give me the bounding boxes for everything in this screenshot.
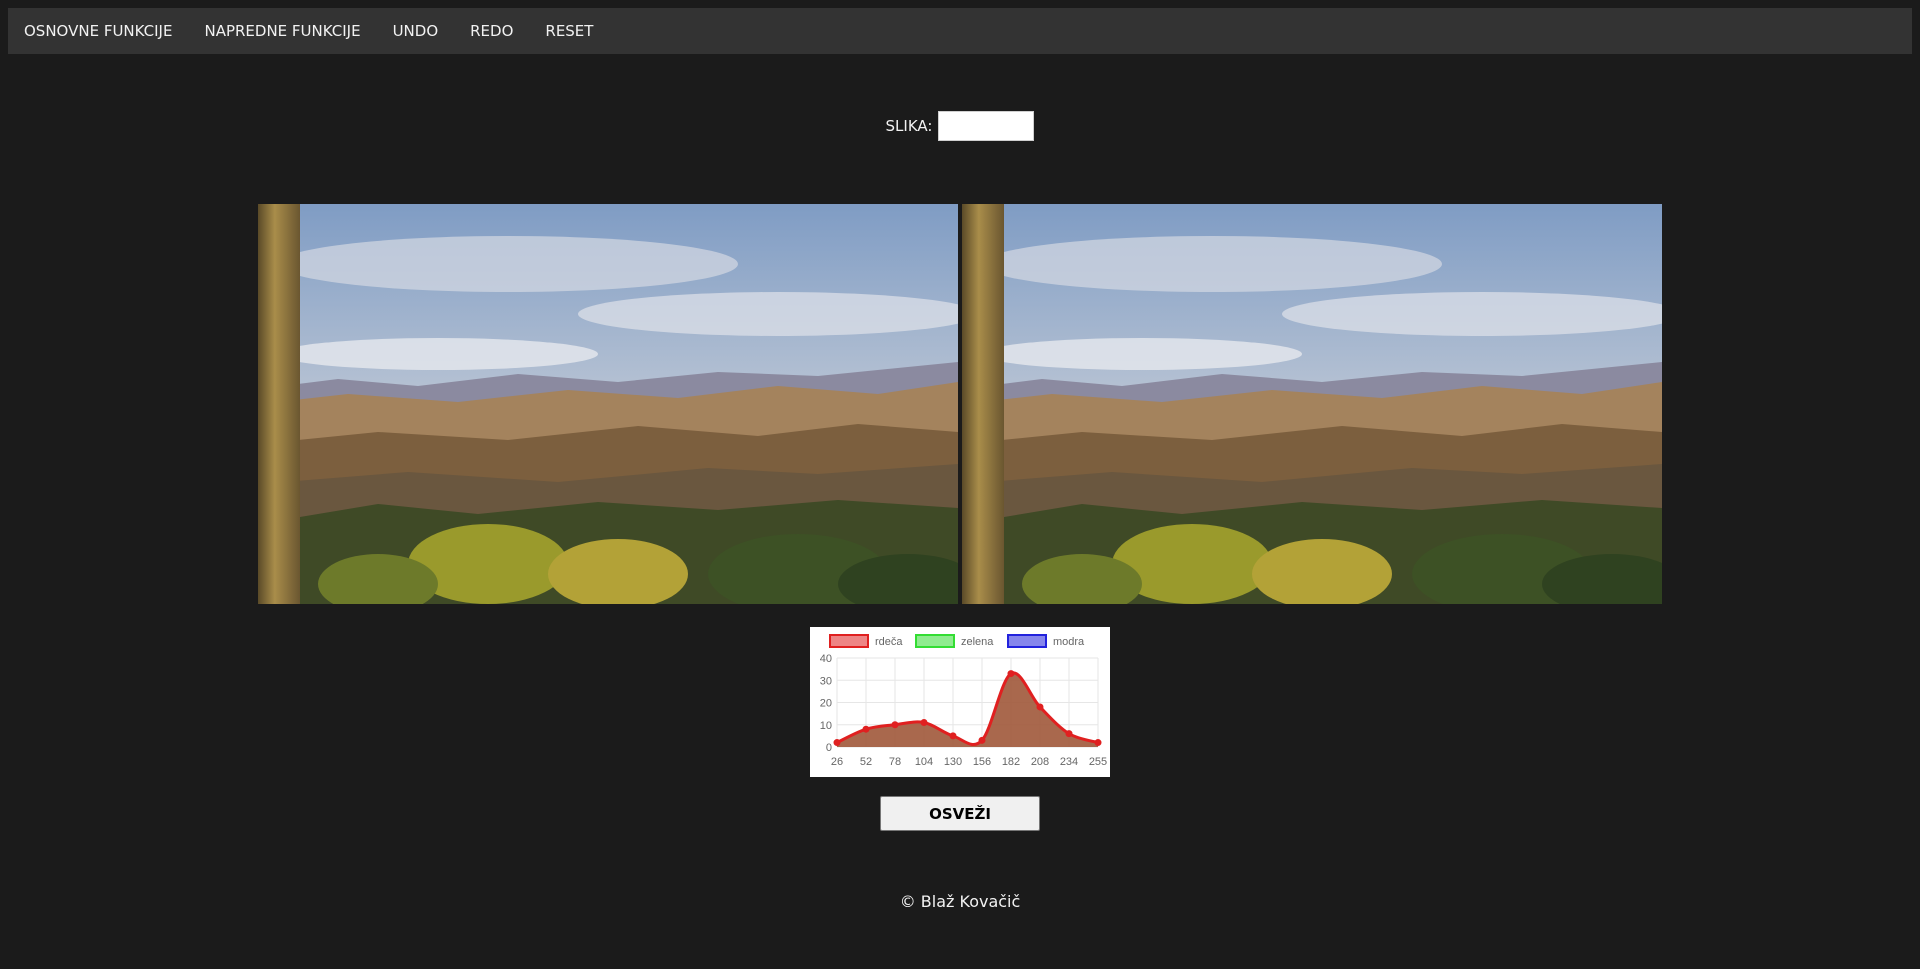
original-image xyxy=(258,204,958,604)
legend-label: zelena xyxy=(961,636,994,648)
x-tick-label: 26 xyxy=(831,756,843,768)
footer-copyright: © Blaž Kovačič xyxy=(899,892,1021,911)
x-tick-label: 208 xyxy=(1031,756,1049,768)
histogram-chart: rdeča zelena modra 0 10 20 30 40 26 52 78 104 130 156… xyxy=(810,627,1110,777)
nav-item-napredne-funkcije[interactable]: NAPREDNE FUNKCIJE xyxy=(188,8,376,54)
legend-swatch xyxy=(1007,634,1047,648)
refresh-button[interactable]: OSVEŽI xyxy=(880,796,1040,831)
series-area-rdeca xyxy=(837,672,1098,747)
series-point-rdeca xyxy=(1007,670,1015,678)
legend-label: rdeča xyxy=(875,636,903,648)
series-point-rdeca xyxy=(1065,730,1073,738)
series-point-rdeca xyxy=(1094,739,1102,747)
series-point-rdeca xyxy=(978,736,986,744)
y-tick-label: 30 xyxy=(820,675,832,687)
x-tick-label: 52 xyxy=(860,756,872,768)
y-tick-label: 10 xyxy=(820,720,832,732)
series-point-rdeca xyxy=(920,719,928,727)
y-tick-label: 0 xyxy=(826,742,832,754)
series-point-rdeca xyxy=(862,725,870,733)
nav-item-reset[interactable]: RESET xyxy=(529,8,609,54)
legend-swatch xyxy=(829,634,869,648)
y-tick-label: 20 xyxy=(820,698,832,710)
x-tick-label: 104 xyxy=(915,756,933,768)
image-input-field[interactable] xyxy=(938,111,1035,141)
top-navigation-bar: OSNOVNE FUNKCIJE NAPREDNE FUNKCIJE UNDO … xyxy=(8,8,1912,54)
series-point-rdeca xyxy=(833,739,841,747)
nav-item-redo[interactable]: REDO xyxy=(454,8,529,54)
series-point-rdeca xyxy=(949,732,957,740)
image-input-label: SLIKA: xyxy=(885,117,933,135)
x-tick-label: 255 xyxy=(1089,756,1107,768)
x-tick-label: 182 xyxy=(1002,756,1020,768)
x-tick-label: 156 xyxy=(973,756,991,768)
nav-item-undo[interactable]: UNDO xyxy=(377,8,455,54)
y-tick-label: 40 xyxy=(820,653,832,665)
legend-label: modra xyxy=(1053,636,1085,648)
x-tick-label: 78 xyxy=(889,756,901,768)
image-input-row: SLIKA: xyxy=(0,111,1920,141)
series-point-rdeca xyxy=(1036,703,1044,711)
x-tick-label: 234 xyxy=(1060,756,1078,768)
series-point-rdeca xyxy=(891,721,899,729)
x-tick-label: 130 xyxy=(944,756,962,768)
processed-image xyxy=(962,204,1662,604)
legend-swatch xyxy=(915,634,955,648)
nav-item-osnovne-funkcije[interactable]: OSNOVNE FUNKCIJE xyxy=(8,8,188,54)
